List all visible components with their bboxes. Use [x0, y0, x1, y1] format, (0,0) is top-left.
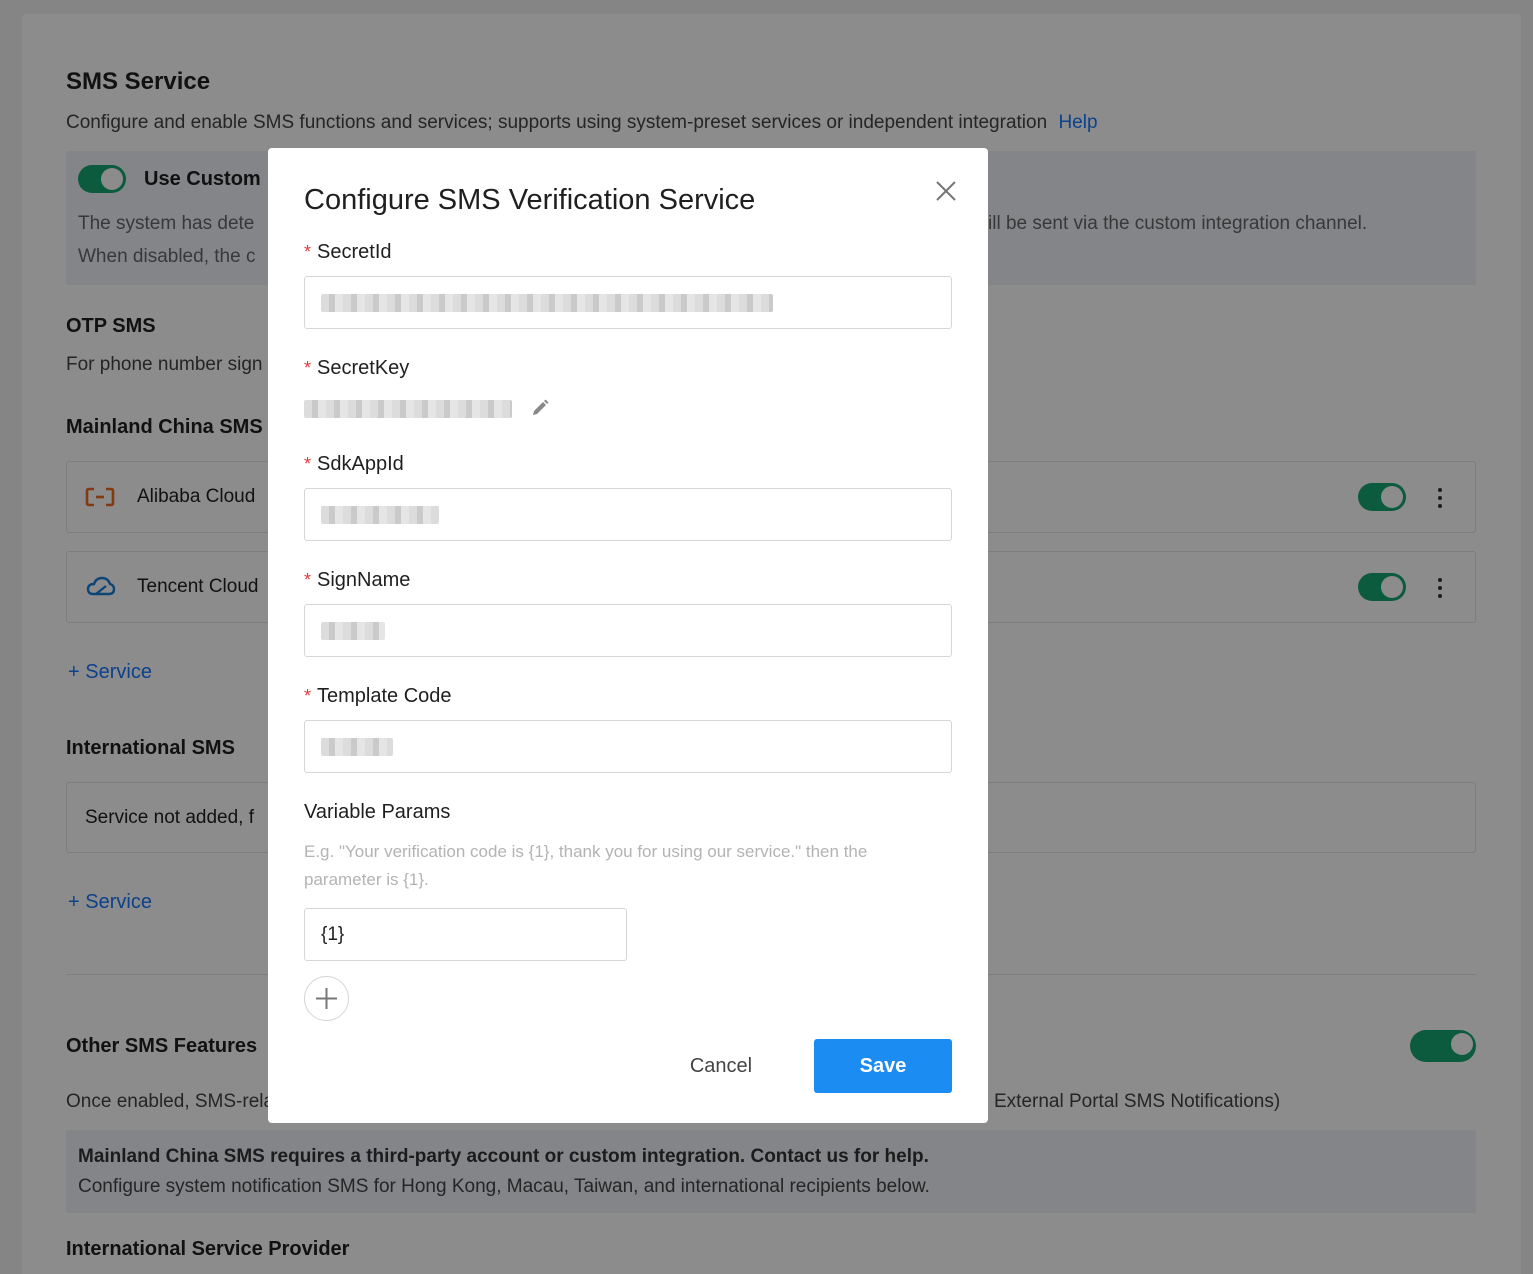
cancel-button[interactable]: Cancel — [668, 1039, 774, 1093]
sdk-app-id-input[interactable] — [304, 488, 952, 541]
template-code-label-text: Template Code — [317, 685, 452, 707]
template-code-label: * Template Code — [304, 685, 452, 707]
variable-param-input[interactable]: {1} — [304, 908, 627, 961]
redacted-value — [321, 506, 439, 524]
add-param-button[interactable] — [304, 976, 349, 1021]
configure-sms-modal: Configure SMS Verification Service * Secr… — [268, 148, 988, 1123]
plus-icon — [316, 988, 337, 1009]
edit-pencil-icon[interactable] — [530, 398, 550, 418]
redacted-value — [321, 294, 773, 312]
secret-id-input[interactable] — [304, 276, 952, 329]
close-icon[interactable] — [933, 178, 959, 204]
secret-key-masked-value — [304, 400, 512, 418]
sign-name-label: * SignName — [304, 569, 411, 591]
template-code-input[interactable] — [304, 720, 952, 773]
secret-id-label: * SecretId — [304, 241, 392, 263]
variable-params-label: Variable Params — [304, 801, 451, 823]
secret-id-label-text: SecretId — [317, 241, 392, 263]
redacted-value — [321, 738, 393, 756]
modal-title: Configure SMS Verification Service — [304, 184, 756, 216]
secret-key-label: * SecretKey — [304, 357, 410, 379]
save-button[interactable]: Save — [814, 1039, 952, 1093]
variable-params-hint: E.g. "Your verification code is {1}, tha… — [304, 842, 868, 889]
sign-name-input[interactable] — [304, 604, 952, 657]
sign-name-label-text: SignName — [317, 569, 411, 591]
secret-key-label-text: SecretKey — [317, 357, 410, 379]
sdk-app-id-label: * SdkAppId — [304, 453, 404, 475]
sdk-app-id-label-text: SdkAppId — [317, 453, 404, 475]
redacted-value — [321, 622, 385, 640]
